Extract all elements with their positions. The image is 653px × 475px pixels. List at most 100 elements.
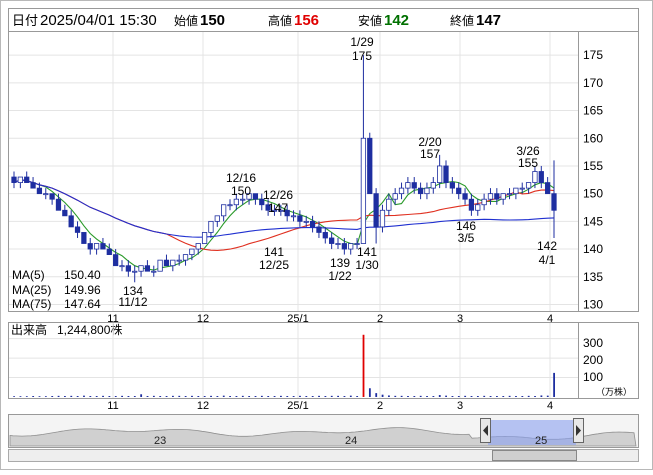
candle-body: [170, 259, 176, 267]
navigator-left-handle[interactable]: [480, 418, 491, 443]
volume-bar: [102, 395, 104, 397]
volume-bar: [159, 396, 162, 397]
candle: [367, 132, 373, 195]
candle-body: [500, 193, 506, 200]
volume-bar: [222, 395, 225, 397]
candle-body: [106, 248, 112, 255]
volume-bar: [38, 396, 41, 397]
candle-body: [195, 243, 201, 250]
candle-body: [525, 182, 532, 189]
volume-bar: [140, 394, 143, 397]
candle-body: [49, 193, 55, 200]
price-y-tick: 165: [583, 104, 603, 118]
navigator-right-handle[interactable]: [573, 418, 584, 443]
open-value: 150: [200, 12, 225, 29]
annotation-date: 11/12: [118, 295, 147, 309]
volume-bar: [464, 395, 467, 397]
scrollbar-thumb[interactable]: [492, 450, 577, 461]
candle-body: [462, 193, 468, 200]
volume-bar: [489, 396, 492, 397]
volume-bar: [25, 396, 28, 397]
volume-bar: [19, 396, 22, 397]
volume-label: 出来高: [11, 322, 47, 337]
candle-body: [456, 187, 462, 195]
candle-body: [132, 270, 138, 273]
volume-tick-100: 100: [583, 370, 603, 384]
price-y-tick: 155: [583, 159, 603, 173]
candle-body: [176, 259, 182, 262]
volume-bar: [496, 396, 498, 397]
volume-bar: [476, 396, 479, 397]
candle-body: [138, 265, 144, 272]
volume-bar: [362, 334, 365, 397]
navigator-selection[interactable]: [488, 420, 576, 445]
candle-body: [43, 193, 49, 196]
candle-body: [227, 204, 233, 207]
high-label: 高値: [268, 13, 292, 28]
candle-body: [214, 215, 220, 222]
candle-body: [379, 209, 386, 228]
candle-body: [297, 215, 303, 222]
volume-bar: [197, 396, 200, 397]
volume-bar: [229, 396, 231, 397]
legend-ma5-label: MA(5): [12, 268, 45, 282]
navigator-year-23: 23: [154, 435, 166, 447]
candle-body: [417, 187, 424, 195]
volume-bar: [248, 396, 251, 397]
candle-body: [290, 215, 297, 218]
annotation-value: 141: [357, 245, 377, 259]
candle-body: [494, 193, 500, 200]
volume-x-tick: 4: [547, 400, 553, 412]
price-y-tick: 175: [583, 48, 603, 62]
volume-unit: （万株）: [596, 386, 632, 397]
volume-bar: [51, 396, 54, 397]
candle-body: [424, 187, 430, 195]
annotation-value: 155: [518, 156, 538, 170]
low-label: 安値: [358, 13, 382, 28]
volume-bar: [483, 395, 486, 397]
volume-bar: [407, 396, 409, 397]
candle-body: [163, 259, 170, 267]
date-value: 2025/04/01 15:30: [40, 12, 157, 29]
volume-bar: [191, 395, 193, 397]
volume-bar: [318, 395, 320, 397]
volume-bar: [114, 396, 117, 397]
volume-bar: [133, 396, 136, 397]
price-y-tick: 150: [583, 187, 603, 201]
price-panel: [8, 31, 639, 312]
candle-body: [443, 165, 449, 183]
annotation-date: 1/30: [355, 258, 379, 272]
volume-bar: [172, 395, 174, 397]
volume-bar: [121, 395, 123, 397]
volume-bar: [311, 396, 314, 397]
volume-x-tick: 12: [197, 400, 209, 412]
candle-body: [81, 232, 87, 244]
volume-bar: [44, 396, 47, 397]
navigator-year-24: 24: [345, 435, 357, 447]
candle-body: [11, 176, 17, 183]
volume-bar: [267, 396, 270, 397]
candle: [201, 232, 208, 244]
volume-bar: [502, 396, 505, 397]
candle: [81, 232, 87, 244]
candle-body: [437, 165, 443, 183]
stock-chart-widget: 日付 2025/04/01 15:30 始値 150 高値 156 安値 142…: [0, 0, 653, 470]
date-label: 日付: [12, 13, 38, 28]
annotation-date: 1/22: [328, 269, 352, 283]
volume-bar: [337, 395, 339, 397]
price-y-tick: 130: [583, 297, 603, 311]
volume-bar: [83, 395, 85, 397]
volume-bar: [146, 396, 149, 397]
candle-body: [398, 187, 405, 195]
volume-bar: [305, 396, 308, 397]
annotation-date: 12/16: [226, 171, 256, 185]
candle-body: [322, 232, 328, 239]
volume-bar: [381, 394, 384, 397]
volume-bar: [356, 396, 359, 397]
legend-ma25-label: MA(25): [12, 283, 51, 297]
annotation-date: 4/1: [539, 253, 556, 267]
candle-body: [468, 198, 475, 211]
candle-body: [17, 176, 23, 183]
volume-bar: [292, 396, 295, 397]
volume-bar: [178, 395, 181, 397]
